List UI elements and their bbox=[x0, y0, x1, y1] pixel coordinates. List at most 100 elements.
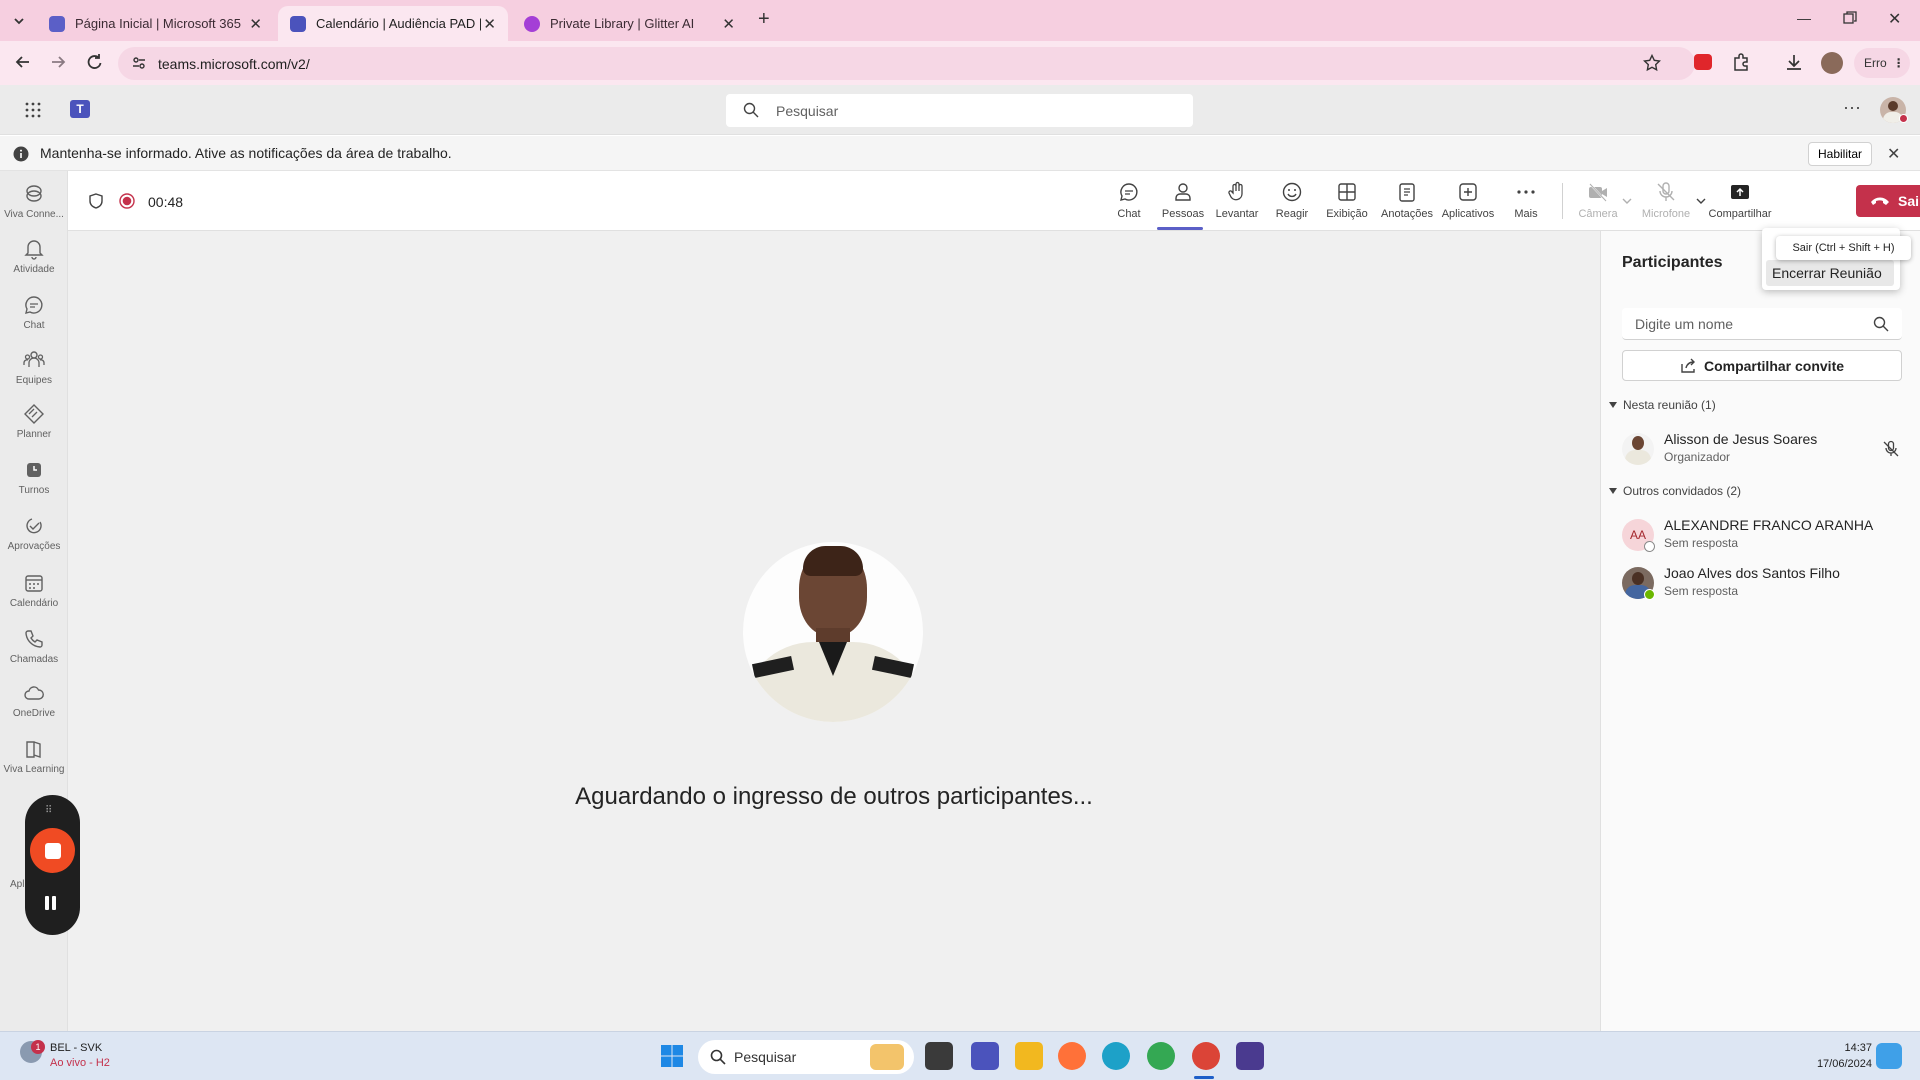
window-close-icon[interactable]: ✕ bbox=[1888, 9, 1901, 29]
teams-search-input[interactable]: Pesquisar bbox=[726, 94, 1193, 127]
back-arrow-icon[interactable] bbox=[13, 52, 33, 72]
add-app-icon bbox=[1459, 183, 1477, 201]
drag-handle-icon[interactable]: ⠿ bbox=[45, 805, 53, 816]
rail-item-aprovacoes[interactable]: Aprovações bbox=[0, 509, 68, 563]
toolbar-view-button[interactable]: Exibição bbox=[1324, 181, 1370, 227]
taskbar-search-input[interactable]: Pesquisar bbox=[698, 1040, 914, 1074]
share-invite-button[interactable]: Compartilhar convite bbox=[1622, 350, 1902, 381]
new-tab-plus-icon[interactable]: + bbox=[758, 8, 770, 31]
rail-item-turnos[interactable]: Turnos bbox=[0, 453, 68, 507]
browser-tab-calendario[interactable]: Calendário | Audiência PAD | Mi ✕ bbox=[278, 6, 508, 41]
calendar-icon bbox=[25, 575, 43, 592]
chrome-icon[interactable] bbox=[1147, 1042, 1175, 1070]
participant-row[interactable]: AA ALEXANDRE FRANCO ARANHA Sem resposta bbox=[1622, 515, 1912, 555]
rail-item-viva-connections[interactable]: Viva Conne... bbox=[0, 177, 68, 231]
rail-item-apps-partial-label[interactable]: Apl bbox=[10, 879, 24, 890]
rail-item-atividade[interactable]: Atividade bbox=[0, 232, 68, 286]
copilot-icon[interactable] bbox=[1876, 1043, 1902, 1069]
toolbar-camera-button[interactable]: Câmera bbox=[1576, 181, 1620, 227]
toolbar-apps-button[interactable]: Aplicativos bbox=[1438, 181, 1498, 227]
edge-icon[interactable] bbox=[1102, 1042, 1130, 1070]
participant-search-input[interactable]: Digite um nome bbox=[1622, 308, 1902, 340]
leave-meeting-button[interactable]: Sair bbox=[1856, 185, 1920, 217]
close-tab-icon[interactable]: ✕ bbox=[722, 15, 735, 33]
rail-item-chamadas[interactable]: Chamadas bbox=[0, 622, 68, 676]
browser-menu-kebab-icon[interactable]: ⋮ bbox=[1893, 56, 1905, 70]
teams-app-icon[interactable] bbox=[971, 1042, 999, 1070]
toolbar-mic-button[interactable]: Microfone bbox=[1638, 181, 1694, 227]
toolbar-label: Microfone bbox=[1641, 208, 1691, 220]
clock-date[interactable]: 17/06/2024 bbox=[1792, 1058, 1872, 1070]
toolbar-label: Levantar bbox=[1215, 208, 1259, 220]
download-icon[interactable] bbox=[1784, 52, 1804, 72]
forward-arrow-icon[interactable] bbox=[48, 52, 68, 72]
restore-icon[interactable] bbox=[1843, 11, 1857, 25]
reload-icon[interactable] bbox=[84, 52, 104, 72]
people-icon bbox=[1175, 183, 1191, 201]
toolbar-share-button[interactable]: Compartilhar bbox=[1708, 181, 1772, 227]
rail-item-planner[interactable]: Planner bbox=[0, 397, 68, 451]
participant-search-placeholder: Digite um nome bbox=[1635, 315, 1734, 332]
in-meeting-section-header[interactable]: Nesta reunião (1) bbox=[1608, 398, 1716, 412]
participant-row[interactable]: Joao Alves dos Santos Filho Sem resposta bbox=[1622, 563, 1912, 603]
stop-recording-button[interactable] bbox=[30, 828, 75, 873]
rail-item-chat[interactable]: Chat bbox=[0, 288, 68, 342]
camera-off-icon bbox=[1589, 183, 1607, 202]
windows-start-icon[interactable] bbox=[660, 1044, 684, 1068]
rail-item-calendario[interactable]: Calendário bbox=[0, 566, 68, 620]
toolbar-more-button[interactable]: Mais bbox=[1508, 181, 1544, 227]
browser-profile-avatar[interactable] bbox=[1821, 52, 1843, 74]
participants-title: Participantes bbox=[1622, 254, 1723, 271]
toolbar-label: Chat bbox=[1117, 208, 1141, 220]
firefox-icon[interactable] bbox=[1058, 1042, 1086, 1070]
participant-row[interactable]: Alisson de Jesus Soares Organizador bbox=[1622, 429, 1912, 469]
app-q-icon[interactable] bbox=[1236, 1042, 1264, 1070]
profile-error-chip[interactable]: Erro ⋮ bbox=[1854, 48, 1910, 78]
toolbar-react-button[interactable]: Reagir bbox=[1271, 181, 1313, 227]
mic-options-chevron-icon[interactable] bbox=[1695, 195, 1707, 207]
other-invitees-section-header[interactable]: Outros convidados (2) bbox=[1608, 484, 1741, 498]
caret-down-icon bbox=[1609, 488, 1617, 494]
pause-recording-button[interactable] bbox=[45, 896, 56, 910]
extensions-puzzle-icon[interactable] bbox=[1731, 52, 1751, 72]
file-explorer-icon[interactable] bbox=[1015, 1042, 1043, 1070]
teams-icon bbox=[23, 351, 45, 367]
close-tab-icon[interactable]: ✕ bbox=[483, 15, 496, 33]
view-grid-icon bbox=[1338, 183, 1356, 201]
clock-time[interactable]: 14:37 bbox=[1812, 1042, 1872, 1054]
enable-notifications-button[interactable]: Habilitar bbox=[1808, 142, 1872, 166]
toolbar-notes-button[interactable]: Anotações bbox=[1379, 181, 1435, 227]
teams-favicon-icon bbox=[290, 15, 306, 32]
chrome-profile-icon[interactable] bbox=[1192, 1042, 1220, 1070]
site-settings-icon[interactable] bbox=[131, 55, 147, 71]
dismiss-banner-close-icon[interactable]: ✕ bbox=[1887, 144, 1900, 164]
browser-tab-glitter[interactable]: Private Library | Glitter AI ✕ bbox=[512, 6, 747, 41]
bookmark-star-icon[interactable] bbox=[1643, 54, 1661, 72]
browser-tab-microsoft365[interactable]: Página Inicial | Microsoft 365 ✕ bbox=[37, 6, 274, 41]
tab-search-chevron-icon[interactable] bbox=[10, 12, 28, 30]
rail-item-onedrive[interactable]: OneDrive bbox=[0, 676, 68, 730]
toolbar-people-button[interactable]: Pessoas bbox=[1159, 181, 1207, 227]
microsoft365-favicon-icon bbox=[49, 15, 65, 32]
meeting-stage: Aguardando o ingresso de outros particip… bbox=[68, 231, 1600, 1031]
app-launcher-waffle-icon[interactable] bbox=[25, 102, 41, 118]
rail-item-viva-learning[interactable]: Viva Learning bbox=[0, 732, 68, 786]
teams-logo-icon: T bbox=[70, 100, 90, 118]
widget-title[interactable]: BEL - SVK bbox=[50, 1042, 102, 1054]
end-meeting-menu-item[interactable]: Encerrar Reunião bbox=[1766, 260, 1894, 286]
extension-red-icon[interactable] bbox=[1694, 54, 1712, 70]
meeting-shield-icon[interactable] bbox=[88, 193, 104, 209]
rail-item-equipes[interactable]: Equipes bbox=[0, 343, 68, 397]
shifts-icon bbox=[27, 463, 41, 477]
close-tab-icon[interactable]: ✕ bbox=[249, 15, 262, 33]
section-label: Outros convidados (2) bbox=[1623, 484, 1742, 498]
url-omnibox[interactable]: teams.microsoft.com/v2/ bbox=[118, 47, 1695, 80]
camera-options-chevron-icon[interactable] bbox=[1621, 195, 1633, 207]
minimize-icon[interactable]: — bbox=[1797, 10, 1811, 26]
task-view-icon[interactable] bbox=[925, 1042, 953, 1070]
bell-icon bbox=[24, 240, 44, 260]
toolbar-chat-button[interactable]: Chat bbox=[1109, 181, 1149, 227]
search-icon bbox=[743, 102, 759, 118]
teams-more-options-icon[interactable]: ··· bbox=[1843, 97, 1861, 118]
toolbar-raise-hand-button[interactable]: Levantar bbox=[1212, 181, 1262, 227]
